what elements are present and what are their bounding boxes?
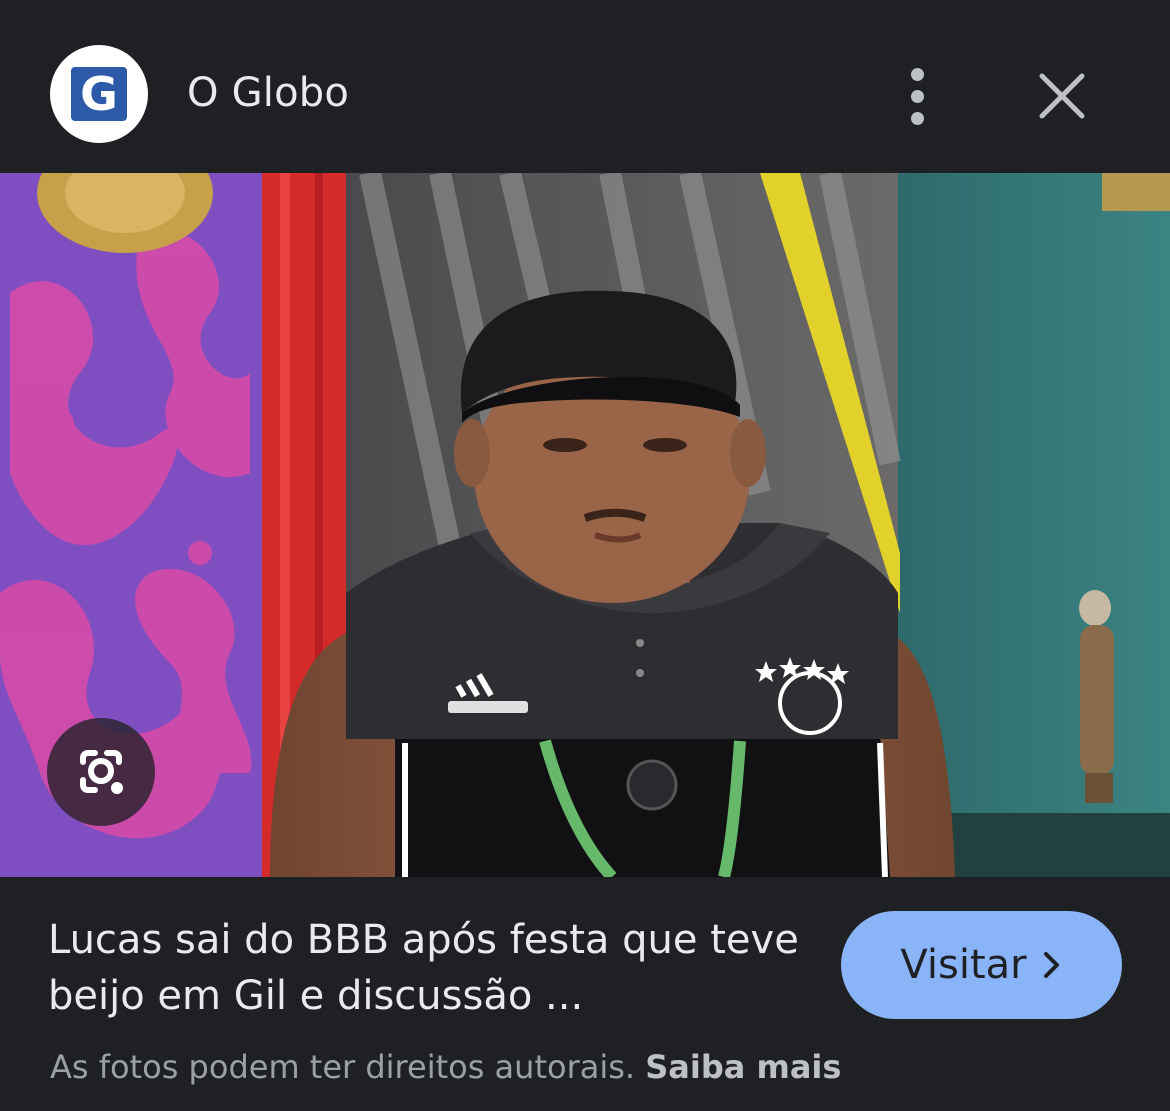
- learn-more-link[interactable]: Saiba mais: [645, 1048, 841, 1086]
- source-logo[interactable]: G: [50, 45, 148, 143]
- result-image[interactable]: [0, 173, 1170, 877]
- close-icon: [1039, 73, 1085, 119]
- visit-button[interactable]: Visitar: [841, 911, 1122, 1019]
- more-vert-icon-dot: [911, 112, 924, 125]
- image-caption[interactable]: Lucas sai do BBB após festa que teve bei…: [48, 912, 818, 1024]
- copyright-text: As fotos podem ter direitos autorais.: [50, 1048, 636, 1086]
- close-button[interactable]: [1036, 70, 1088, 122]
- source-name[interactable]: O Globo: [187, 70, 349, 116]
- visit-button-label: Visitar: [900, 942, 1027, 988]
- more-vert-icon-dot: [911, 90, 924, 103]
- more-options-button[interactable]: [896, 66, 940, 126]
- more-vert-icon: [911, 68, 924, 81]
- viewer-header: G O Globo: [0, 0, 1170, 173]
- photo: [0, 173, 1170, 877]
- copyright-notice: As fotos podem ter direitos autorais. Sa…: [50, 1048, 841, 1086]
- chevron-right-icon: [1043, 952, 1059, 978]
- source-logo-letter: G: [71, 67, 127, 121]
- google-lens-icon: [80, 750, 123, 794]
- lens-search-button[interactable]: [47, 718, 155, 826]
